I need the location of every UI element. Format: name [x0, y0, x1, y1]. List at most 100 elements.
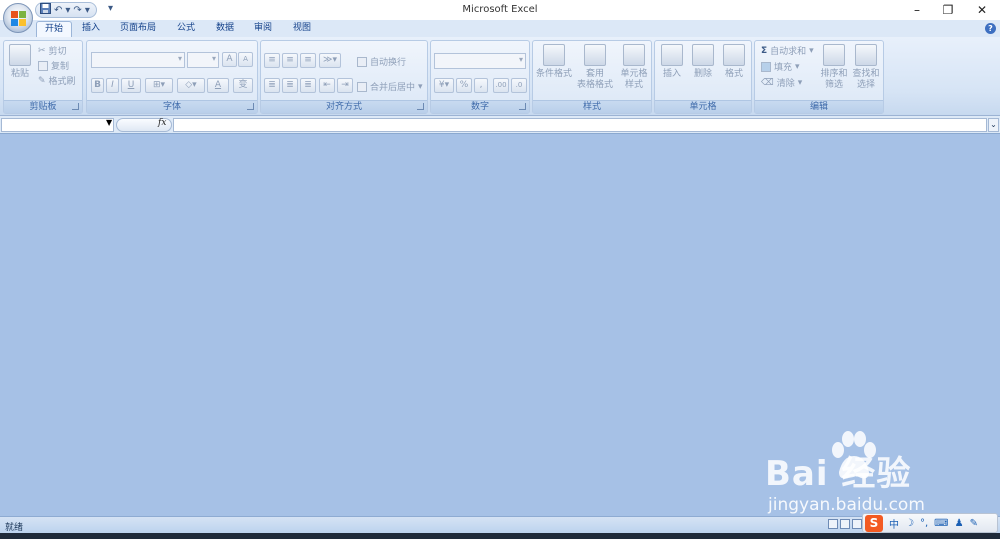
- sort-filter-button[interactable]: 排序和 筛选: [819, 44, 849, 91]
- formula-input[interactable]: [173, 118, 987, 132]
- conditional-formatting-label: 条件格式: [535, 69, 572, 79]
- shrink-font-button[interactable]: A: [238, 52, 253, 67]
- merge-center-label: 合并后居中: [370, 83, 416, 93]
- restore-button[interactable]: ❐: [932, 0, 964, 20]
- tab-view[interactable]: 视图: [286, 21, 318, 37]
- phonetic-button[interactable]: 变: [233, 78, 253, 93]
- align-top-button[interactable]: ≡: [264, 53, 280, 68]
- insert-cells-button[interactable]: 插入: [658, 44, 686, 80]
- font-color-button[interactable]: A: [207, 78, 229, 93]
- tab-review[interactable]: 审阅: [248, 21, 278, 37]
- decrease-indent-icon: ⇤: [323, 80, 331, 90]
- borders-button[interactable]: ⊞▾: [145, 78, 173, 93]
- cell-styles-icon: [623, 44, 645, 66]
- underline-button[interactable]: U: [121, 78, 141, 93]
- wrap-text-button[interactable]: 自动换行: [357, 55, 406, 68]
- dialog-launcher-icon[interactable]: [72, 103, 79, 110]
- undo-icon[interactable]: ↶: [54, 5, 62, 16]
- increase-indent-button[interactable]: ⇥: [337, 78, 353, 93]
- user-icon[interactable]: ♟: [955, 518, 964, 529]
- align-center-icon: ≣: [286, 80, 294, 90]
- align-bottom-icon: ≡: [304, 55, 312, 65]
- format-painter-button[interactable]: ✎ 格式刷: [38, 74, 76, 88]
- brush-icon: ✎: [38, 75, 46, 86]
- close-button[interactable]: ✕: [966, 0, 998, 20]
- delete-cells-button[interactable]: 删除: [689, 44, 717, 80]
- keyboard-icon[interactable]: ⌨: [934, 518, 948, 529]
- grow-font-button[interactable]: A: [222, 52, 237, 67]
- page-layout-view-icon[interactable]: [840, 519, 850, 529]
- align-left-icon: ≣: [268, 80, 276, 90]
- merge-center-button[interactable]: 合并后居中 ▾: [357, 80, 423, 93]
- name-box[interactable]: [1, 118, 114, 132]
- autosum-label: 自动求和: [770, 47, 807, 57]
- normal-view-icon[interactable]: [828, 519, 838, 529]
- half-width-moon-icon[interactable]: ☽: [905, 518, 914, 529]
- bold-button[interactable]: B: [91, 78, 104, 93]
- page-break-view-icon[interactable]: [852, 519, 862, 529]
- expand-formula-bar-icon[interactable]: ⌄: [988, 118, 999, 132]
- fill-label: 填充: [774, 63, 793, 73]
- format-as-table-button[interactable]: 套用 表格格式: [573, 44, 617, 91]
- cut-button[interactable]: ✂ 剪切: [38, 44, 67, 58]
- tab-insert[interactable]: 插入: [76, 21, 106, 37]
- number-format-combo[interactable]: [434, 53, 526, 69]
- clear-button[interactable]: ⌫ 清除 ▾: [761, 76, 802, 90]
- tab-page-layout[interactable]: 页面布局: [114, 21, 162, 37]
- cell-styles-button[interactable]: 单元格 样式: [617, 44, 651, 91]
- fill-color-button[interactable]: ◇▾: [177, 78, 205, 93]
- dialog-launcher-icon[interactable]: [247, 103, 254, 110]
- align-middle-button[interactable]: ≡: [282, 53, 298, 68]
- tab-formulas[interactable]: 公式: [170, 21, 202, 37]
- settings-wrench-icon[interactable]: ✎: [970, 518, 978, 529]
- decrease-decimal-button[interactable]: .0: [511, 78, 527, 93]
- align-right-button[interactable]: ≣: [300, 78, 316, 93]
- autosum-button[interactable]: Σ 自动求和 ▾: [761, 44, 814, 58]
- decrease-indent-button[interactable]: ⇤: [319, 78, 335, 93]
- find-select-label-1: 查找和: [852, 69, 880, 79]
- delete-cells-label: 删除: [693, 69, 712, 79]
- align-center-button[interactable]: ≣: [282, 78, 298, 93]
- copy-button[interactable]: 复制: [38, 59, 69, 72]
- sogou-logo-icon[interactable]: S: [865, 514, 883, 532]
- help-icon[interactable]: ?: [985, 23, 996, 34]
- tab-data[interactable]: 数据: [209, 21, 241, 37]
- number-group: ¥▾ % , .00 .0 数字: [430, 40, 530, 114]
- font-size-combo[interactable]: [187, 52, 219, 68]
- italic-button[interactable]: I: [106, 78, 119, 93]
- align-bottom-button[interactable]: ≡: [300, 53, 316, 68]
- ime-language-toggle[interactable]: 中: [889, 516, 899, 531]
- fill-button[interactable]: 填充 ▾: [761, 60, 800, 73]
- undo-dropdown-icon[interactable]: ▾: [65, 5, 70, 16]
- font-name-combo[interactable]: [91, 52, 185, 68]
- dialog-launcher-icon[interactable]: [519, 103, 526, 110]
- paste-button[interactable]: 粘贴: [7, 44, 33, 80]
- accounting-format-button[interactable]: ¥▾: [434, 78, 454, 93]
- paste-label: 粘贴: [10, 69, 29, 79]
- format-cells-button[interactable]: 格式: [720, 44, 748, 80]
- redo-icon[interactable]: ↷: [73, 5, 81, 16]
- tab-home[interactable]: 开始: [36, 21, 72, 37]
- save-icon[interactable]: [40, 3, 51, 17]
- punctuation-icon[interactable]: °,: [920, 518, 928, 529]
- dialog-launcher-icon[interactable]: [417, 103, 424, 110]
- office-button[interactable]: [3, 3, 33, 33]
- insert-function-button[interactable]: fx: [158, 118, 166, 128]
- wrap-text-label: 自动换行: [370, 58, 407, 68]
- title-bar: ↶ ▾ ↷ ▾ ▾ Microsoft Excel – ❐ ✕: [0, 0, 1000, 20]
- customize-qat-icon[interactable]: ▾: [108, 3, 113, 14]
- orientation-button[interactable]: ≫▾: [319, 53, 341, 68]
- name-box-dropdown-icon[interactable]: ▼: [106, 118, 112, 127]
- increase-decimal-button[interactable]: .00: [493, 78, 509, 93]
- minimize-button[interactable]: –: [901, 0, 933, 20]
- find-select-button[interactable]: 查找和 选择: [851, 44, 881, 91]
- number-group-label: 数字: [431, 100, 529, 113]
- comma-button[interactable]: ,: [474, 78, 488, 93]
- align-left-button[interactable]: ≣: [264, 78, 280, 93]
- percent-button[interactable]: %: [456, 78, 472, 93]
- clipboard-group-label: 剪贴板: [4, 100, 82, 113]
- sort-filter-icon: [823, 44, 845, 66]
- redo-dropdown-icon[interactable]: ▾: [85, 5, 90, 16]
- conditional-formatting-button[interactable]: 条件格式: [535, 44, 573, 80]
- styles-group-label: 样式: [533, 100, 651, 113]
